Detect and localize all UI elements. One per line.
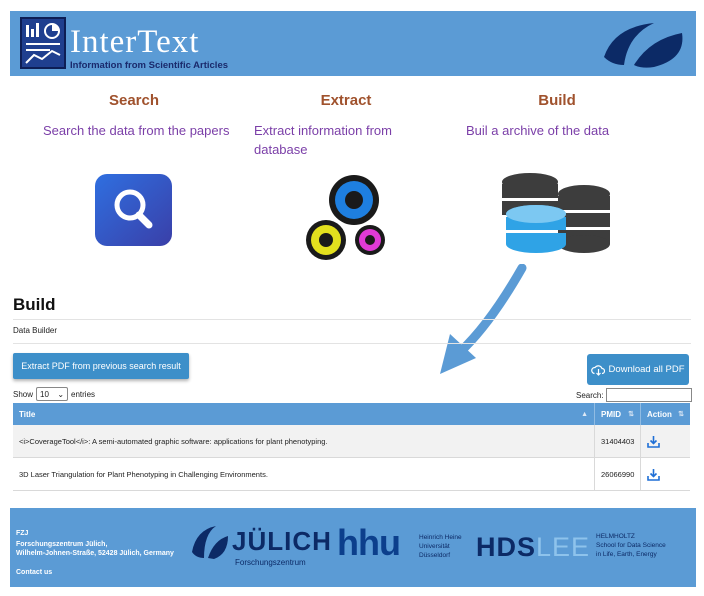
search-input[interactable]	[605, 388, 692, 402]
download-icon[interactable]	[647, 435, 660, 448]
search-label: Search:	[576, 390, 604, 400]
build-heading: Build	[13, 295, 56, 314]
down-arrow-icon	[440, 264, 527, 374]
feature-description: Search the data from the papers	[43, 123, 230, 138]
table-header: Title ▲ PMID ⇅ Action ⇅	[13, 403, 690, 425]
feature-title: Extract	[320, 92, 372, 109]
download-icon[interactable]	[647, 468, 660, 481]
download-all-pdf-button[interactable]: Download all PDF	[587, 354, 689, 385]
cell-action	[641, 458, 690, 490]
feature-build: Build Buil a archive of the data	[457, 92, 657, 140]
sort-icon: ⇅	[628, 411, 634, 418]
magnifier-icon	[95, 174, 172, 246]
logo-title: InterText	[70, 24, 200, 60]
cell-pmid: 31404403	[595, 425, 641, 457]
column-header-title[interactable]: Title ▲	[13, 403, 595, 425]
feature-title: Search	[108, 92, 160, 109]
cell-title: <i>CoverageTool</i>: A semi-automated gr…	[13, 425, 595, 457]
download-all-label: Download all PDF	[608, 364, 685, 375]
database-icon	[502, 173, 610, 253]
helmholtz-text: HELMHOLTZ School for Data Science in Lif…	[596, 533, 666, 558]
juelich-logo-icon	[192, 526, 228, 559]
feature-extract: Extract Extract information from databas…	[246, 92, 446, 159]
entries-value: 10	[40, 389, 49, 399]
build-subtitle: Data Builder	[13, 326, 58, 335]
column-header-pmid[interactable]: PMID ⇅	[595, 403, 641, 425]
sort-asc-icon: ▲	[581, 410, 588, 418]
cloud-download-icon	[591, 364, 606, 376]
cell-action	[641, 425, 690, 457]
logo-subtitle: Information from Scientific Articles	[70, 60, 229, 71]
gears-icon	[306, 175, 385, 260]
contact-us-link[interactable]: Contact us	[16, 569, 52, 576]
column-header-action[interactable]: Action ⇅	[641, 403, 690, 425]
feature-description: Buil a archive of the data	[466, 123, 610, 138]
table-row: 3D Laser Triangulation for Plant Phenoty…	[13, 458, 690, 491]
juelich-logo-icon	[604, 23, 683, 68]
entries-control: Show 10 ⌄ entries	[13, 387, 95, 401]
feature-title: Build	[538, 92, 576, 109]
juelich-wordmark: JÜLICH	[232, 526, 332, 556]
site-header: InterText Information from Scientific Ar…	[10, 11, 696, 76]
table-row: <i>CoverageTool</i>: A semi-automated gr…	[13, 425, 690, 458]
footer-org-short: FZJ	[16, 530, 29, 537]
hhu-subtitle: Heinrich Heine Universität Düsseldorf	[419, 534, 462, 559]
footer-address: Wilhelm-Johnen-Straße, 52428 Jülich, Ger…	[16, 550, 174, 557]
hhu-logo: hhu	[337, 522, 401, 563]
sort-icon: ⇅	[678, 411, 684, 418]
cell-pmid: 26066990	[595, 458, 641, 490]
feature-description: Extract information from database	[254, 123, 392, 157]
chart-logo-icon	[20, 17, 66, 69]
chevron-down-icon: ⌄	[57, 389, 65, 399]
cell-title: 3D Laser Triangulation for Plant Phenoty…	[13, 458, 595, 490]
juelich-subtitle: Forschungszentrum	[235, 558, 306, 567]
table-search: Search:	[576, 388, 692, 402]
divider	[13, 343, 691, 344]
extract-pdf-button[interactable]: Extract PDF from previous search result	[13, 353, 189, 379]
entries-select[interactable]: 10 ⌄	[36, 387, 69, 401]
hdslee-logo: HDSLEE	[476, 532, 591, 562]
divider	[13, 319, 691, 320]
footer-org-name: Forschungszentrum Jülich,	[16, 541, 108, 548]
entries-label: entries	[71, 389, 96, 399]
site-footer: FZJ Forschungszentrum Jülich, Wilhelm-Jo…	[10, 508, 696, 587]
show-label: Show	[13, 389, 34, 399]
results-table: Title ▲ PMID ⇅ Action ⇅ <i>CoverageTool<…	[13, 403, 690, 491]
feature-search: Search Search the data from the papers	[34, 92, 234, 140]
